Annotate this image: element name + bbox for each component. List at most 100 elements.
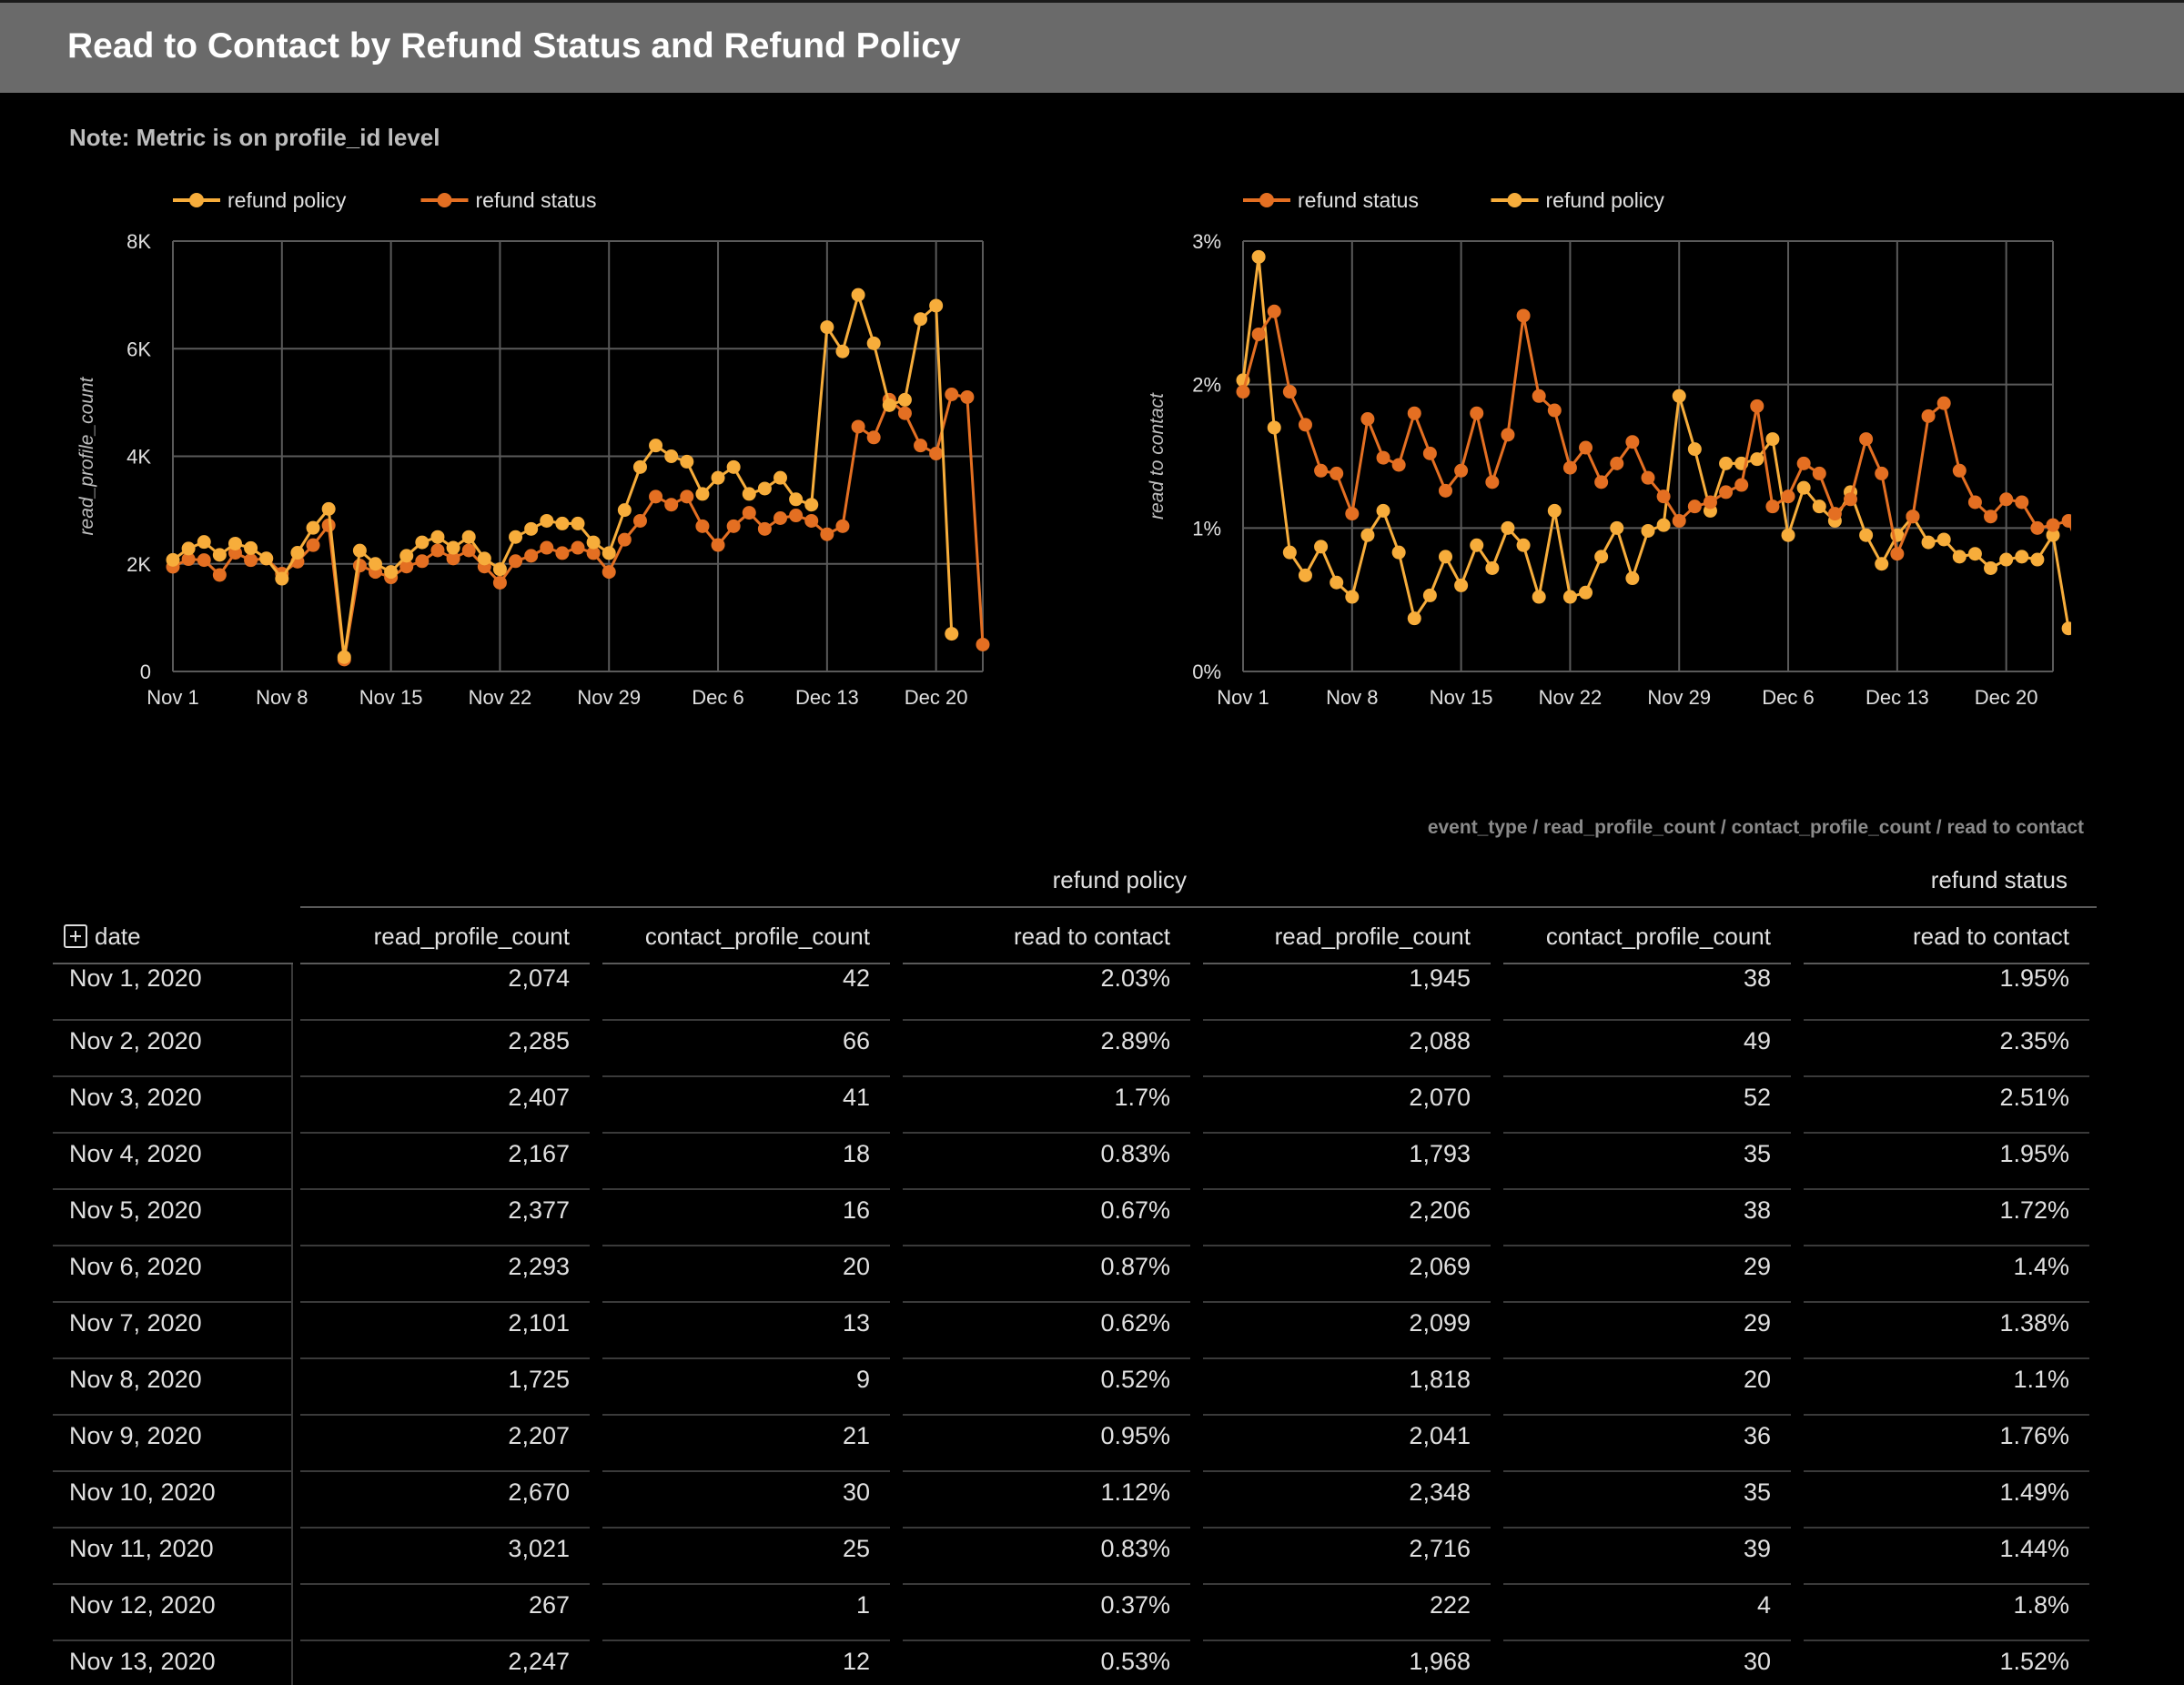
data-point	[1422, 446, 1437, 460]
x-tick-label: Nov 8	[1326, 686, 1378, 709]
cell-col-policy-contact: 13	[602, 1303, 890, 1359]
data-point	[430, 543, 445, 558]
cell-col-status-contact: 35	[1503, 1472, 1791, 1529]
legend-label: refund status	[1298, 188, 1419, 212]
data-point	[1796, 480, 1811, 495]
data-point	[1812, 499, 1826, 514]
data-point	[1547, 403, 1562, 418]
data-point	[1703, 495, 1717, 510]
data-point	[945, 627, 959, 641]
data-point	[1376, 503, 1390, 518]
data-point	[897, 406, 912, 420]
data-point	[509, 530, 523, 544]
data-point	[649, 489, 663, 504]
data-point	[664, 449, 679, 463]
data-point	[1267, 420, 1281, 435]
data-point	[2030, 552, 2045, 567]
title-bar: Read to Contact by Refund Status and Ref…	[0, 0, 2184, 93]
data-point	[524, 549, 539, 563]
legend-marker	[1507, 193, 1522, 207]
data-point	[571, 516, 585, 530]
cell-col-policy-contact: 16	[602, 1190, 890, 1246]
data-point	[1516, 308, 1531, 323]
data-point	[897, 392, 912, 407]
header-col-status-ratio[interactable]: read to contact	[1804, 908, 2089, 964]
data-point	[1470, 406, 1484, 420]
cell-col-policy-read: 2,167	[300, 1134, 590, 1190]
cell-col-policy-contact: 42	[602, 964, 890, 1021]
data-point	[586, 535, 601, 550]
data-point	[1936, 396, 1951, 410]
data-point	[555, 546, 570, 560]
cell-col-status-read: 2,348	[1203, 1472, 1491, 1529]
data-point	[1734, 478, 1749, 492]
data-point	[774, 470, 787, 485]
data-point	[555, 516, 570, 530]
data-point	[1594, 550, 1609, 564]
data-point	[197, 553, 211, 568]
cell-col-policy-read: 1,725	[300, 1359, 590, 1416]
x-tick-label: Nov 22	[469, 686, 532, 709]
data-point	[1579, 585, 1593, 600]
data-point	[804, 498, 819, 512]
data-point	[617, 503, 632, 518]
data-point	[1687, 442, 1702, 457]
data-point	[929, 447, 944, 461]
data-point	[1719, 456, 1734, 470]
y-tick-label: 3%	[1192, 230, 1221, 253]
cell-col-policy-ratio: 0.83%	[903, 1529, 1190, 1585]
data-point	[617, 532, 632, 547]
header-col-policy-contact[interactable]: contact_profile_count	[602, 908, 890, 964]
data-point	[1890, 547, 1905, 561]
cell-col-status-read: 2,716	[1203, 1529, 1491, 1585]
y-tick-label: 2%	[1192, 374, 1221, 397]
data-point	[742, 506, 756, 520]
cell-col-status-read: 2,206	[1203, 1190, 1491, 1246]
cell-col-status-read: 2,041	[1203, 1416, 1491, 1472]
header-col-status-read[interactable]: read_profile_count	[1203, 908, 1491, 964]
header-col-date[interactable]: date	[53, 908, 293, 964]
cell-col-date: Nov 5, 2020	[53, 1190, 293, 1246]
data-point	[1827, 507, 1842, 521]
data-point	[2030, 520, 2045, 535]
data-point	[492, 575, 507, 590]
y-tick-label: 2K	[126, 553, 151, 576]
header-col-policy-ratio[interactable]: read to contact	[903, 908, 1190, 964]
data-point	[1812, 466, 1826, 480]
cell-col-policy-read: 267	[300, 1585, 590, 1641]
data-point	[228, 536, 242, 550]
header-col-policy-read[interactable]: read_profile_count	[300, 908, 590, 964]
cell-col-date: Nov 4, 2020	[53, 1134, 293, 1190]
data-point	[492, 562, 507, 577]
data-point	[1547, 503, 1562, 518]
data-point	[1251, 327, 1266, 341]
cell-col-date: Nov 2, 2020	[53, 1021, 293, 1077]
header-col-status-contact[interactable]: contact_profile_count	[1503, 908, 1791, 964]
data-point	[1952, 550, 1967, 564]
cell-col-policy-ratio: 0.95%	[903, 1416, 1190, 1472]
x-tick-label: Nov 15	[359, 686, 423, 709]
data-point	[602, 565, 616, 580]
data-point	[415, 554, 430, 569]
data-point	[914, 312, 928, 327]
data-point	[1485, 560, 1500, 575]
data-point	[1859, 528, 1874, 542]
data-point	[1967, 547, 1982, 561]
cell-col-policy-ratio: 0.67%	[903, 1190, 1190, 1246]
data-point	[1594, 475, 1609, 489]
data-point	[945, 388, 959, 402]
cell-col-policy-contact: 18	[602, 1134, 890, 1190]
table-row: Nov 5, 2020 2,377 16 0.67% 2,206 38 1.72%	[53, 1190, 2097, 1246]
cell-col-policy-ratio: 0.37%	[903, 1585, 1190, 1641]
data-point	[2015, 550, 2029, 564]
cell-col-policy-read: 2,377	[300, 1190, 590, 1246]
data-point	[1859, 432, 1874, 447]
data-point	[664, 498, 679, 512]
table-row: Nov 9, 2020 2,207 21 0.95% 2,041 36 1.76%	[53, 1416, 2097, 1472]
expand-plus-icon[interactable]	[64, 924, 87, 948]
cell-col-policy-contact: 20	[602, 1246, 890, 1303]
cell-col-status-read: 1,818	[1203, 1359, 1491, 1416]
data-point	[306, 538, 320, 552]
x-tick-label: Nov 15	[1430, 686, 1493, 709]
data-point	[524, 521, 539, 536]
